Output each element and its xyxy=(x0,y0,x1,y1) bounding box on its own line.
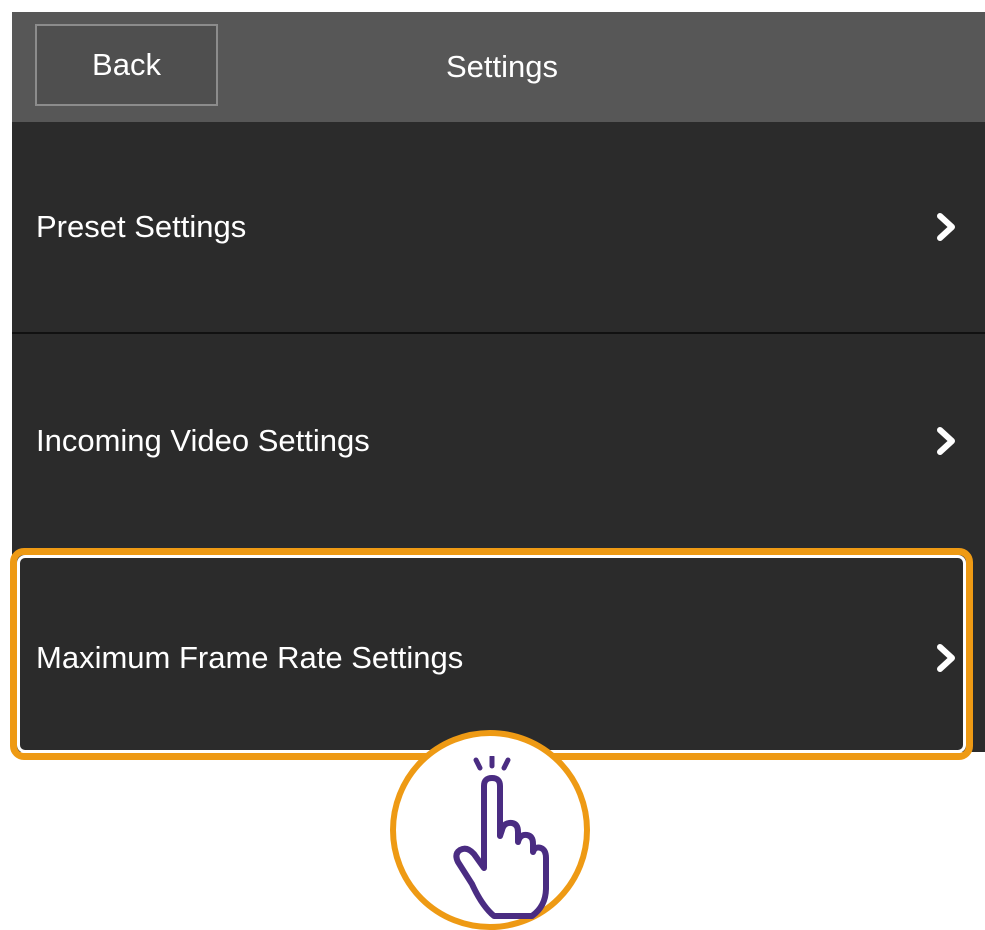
back-button[interactable]: Back xyxy=(35,24,218,106)
header-bar: Back Settings xyxy=(12,12,985,122)
tap-hand-icon xyxy=(453,756,549,919)
menu-item-preset-settings[interactable]: Preset Settings xyxy=(12,122,985,334)
chevron-right-icon xyxy=(937,213,955,241)
menu-item-incoming-video-settings[interactable]: Incoming Video Settings xyxy=(12,334,985,548)
chevron-right-icon xyxy=(937,427,955,455)
tap-hint-badge xyxy=(390,730,590,930)
menu-item-label: Maximum Frame Rate Settings xyxy=(36,640,464,675)
chevron-right-icon xyxy=(937,644,955,672)
menu-item-maximum-frame-rate-settings[interactable]: Maximum Frame Rate Settings xyxy=(12,568,985,748)
page-title: Settings xyxy=(445,49,558,84)
menu-item-label: Incoming Video Settings xyxy=(36,423,370,458)
settings-screen: Back Settings Preset Settings Incoming V… xyxy=(12,12,985,752)
menu-item-label: Preset Settings xyxy=(36,209,247,244)
